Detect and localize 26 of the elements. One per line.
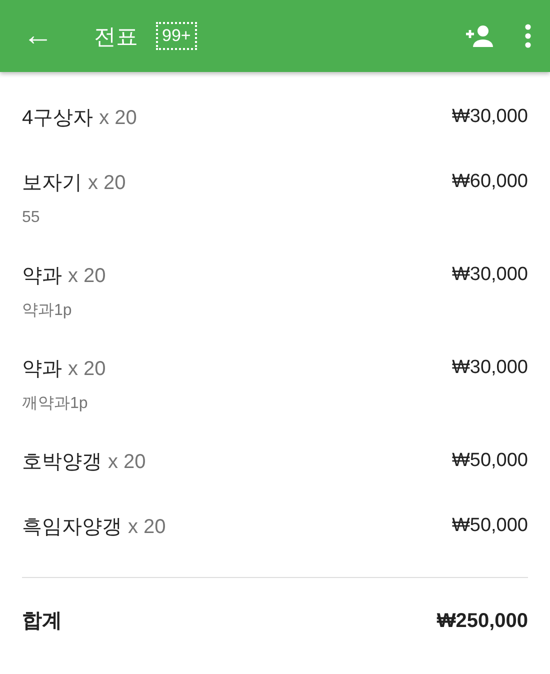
item-name: 약과 — [22, 264, 62, 289]
item-name: 보자기 — [22, 171, 82, 196]
item-price: ₩60,000 — [452, 171, 528, 192]
total-amount: ₩250,000 — [436, 609, 528, 634]
item-price: ₩30,000 — [452, 357, 528, 378]
item-price: ₩30,000 — [452, 264, 528, 285]
total-label: 합계 — [22, 609, 62, 634]
item-note: 약과1p — [22, 301, 73, 321]
item-quantity: x 20 — [128, 515, 166, 540]
item-name: 약과 — [22, 357, 62, 382]
item-note: 깨약과1p — [22, 394, 89, 414]
item-price: ₩50,000 — [452, 515, 528, 536]
item-name: 4구상자 — [22, 106, 94, 131]
item-quantity: x 20 — [68, 264, 106, 289]
count-badge: 99+ — [156, 22, 197, 50]
item-name: 호박양갱 — [22, 450, 102, 475]
back-button[interactable]: ← — [20, 21, 56, 51]
item-quantity: x 20 — [99, 106, 137, 131]
screen-title: 전표 — [94, 22, 138, 50]
item-price: ₩50,000 — [452, 450, 528, 471]
item-note: 55 — [22, 208, 41, 228]
item-name: 흑임자양갱 — [22, 515, 122, 540]
item-quantity: x 20 — [108, 450, 146, 475]
item-quantity: x 20 — [88, 171, 126, 196]
item-price: ₩30,000 — [452, 106, 528, 127]
item-quantity: x 20 — [68, 357, 106, 382]
